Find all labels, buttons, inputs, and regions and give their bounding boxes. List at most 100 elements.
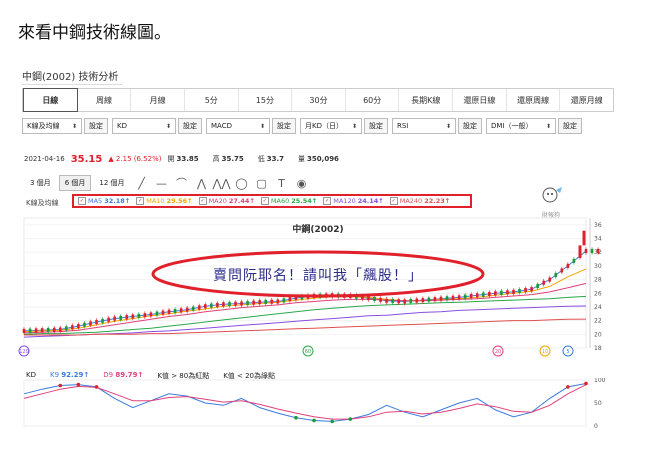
settings-button-3[interactable]: 設定	[364, 118, 388, 134]
double-wave-icon[interactable]: ⋀⋀	[213, 177, 231, 190]
annotation-text: 賣問阮耶名！請叫我「飆股！」	[213, 268, 423, 284]
candle-body	[46, 327, 50, 333]
checkbox-icon: ✓	[198, 197, 207, 205]
tab-3[interactable]: 5分	[185, 89, 239, 111]
range-tab-0[interactable]: 3 個月	[24, 175, 57, 191]
candle-body	[506, 290, 509, 295]
period-tabs: 日線 周線 月線 5分 15分 30分 60分 長期K線 還原日線 還原周線 還原月線	[22, 88, 614, 112]
ma-legend-item-4[interactable]: ✓ MA120 24.14↑	[323, 197, 384, 205]
tab-6[interactable]: 60分	[346, 89, 400, 111]
circle-icon[interactable]: ◯	[233, 177, 251, 190]
event-marker-label: 5	[566, 349, 569, 355]
candle-body	[234, 301, 237, 306]
high-label: 高	[212, 155, 220, 163]
chevron-updown-icon: ⬍	[259, 122, 265, 130]
tab-7[interactable]: 長期K線	[399, 89, 454, 111]
event-marker-3[interactable]: 10	[539, 345, 551, 357]
event-marker-1[interactable]: 60	[302, 345, 314, 357]
event-marker-2[interactable]: 20	[492, 345, 504, 357]
kd-y-tick: 100	[594, 378, 606, 384]
candle-body	[524, 288, 527, 293]
candle-body	[179, 308, 183, 313]
settings-button-1[interactable]: 設定	[178, 118, 202, 134]
range-tab-2[interactable]: 12 個月	[93, 175, 130, 191]
chevron-updown-icon: ⬍	[165, 122, 171, 130]
ma-value-2: 27.44↑	[228, 197, 255, 205]
ma-legend-item-5[interactable]: ✓ MA240 22.23↑	[389, 197, 450, 205]
tab-0[interactable]: 日線	[23, 88, 78, 112]
k-oversold-dot	[330, 419, 334, 424]
ma-value-0: 32.18↑	[104, 197, 131, 205]
low-label: 低	[257, 155, 265, 163]
indicator-select-3[interactable]: 月KD（日） ⬍	[300, 118, 362, 134]
settings-button-5[interactable]: 設定	[558, 118, 582, 134]
candle-body	[58, 327, 62, 332]
candle-body	[542, 280, 545, 285]
tab-1[interactable]: 周線	[78, 89, 132, 111]
y-tick-label: 20	[594, 331, 602, 338]
chevron-updown-icon: ⬍	[351, 122, 357, 130]
candle-body	[475, 293, 479, 298]
y-tick-label: 26	[594, 290, 602, 297]
arc-icon[interactable]: ⌒	[173, 175, 191, 191]
wave-icon[interactable]: ⋀	[193, 177, 211, 190]
settings-button-2[interactable]: 設定	[272, 118, 296, 134]
ma-label-2: MA20	[208, 197, 227, 205]
hide-drawing-icon[interactable]: ◉	[293, 177, 311, 190]
tab-5[interactable]: 30分	[292, 89, 346, 111]
event-marker-4[interactable]: 5	[562, 345, 574, 357]
checkbox-icon: ✓	[136, 197, 145, 205]
candle-body	[548, 277, 552, 282]
ma-value-1: 29.56↑	[166, 197, 193, 205]
event-marker-0[interactable]: 120	[18, 345, 30, 357]
ma-legend-item-3[interactable]: ✓ MA60 25.54↑	[260, 197, 318, 205]
candle-body	[107, 317, 110, 322]
settings-button-4[interactable]: 設定	[458, 118, 482, 134]
candle-body	[40, 328, 44, 333]
trend-line-icon[interactable]: ╱	[133, 177, 151, 190]
range-tab-1[interactable]: 6 個月	[58, 175, 92, 191]
ma-legend-item-0[interactable]: ✓ MA5 32.18↑	[78, 197, 130, 205]
candle-body	[143, 313, 147, 318]
rectangle-icon[interactable]: ▢	[253, 177, 271, 190]
candle-body	[560, 268, 564, 273]
checkbox-icon: ✓	[78, 197, 86, 205]
candle-body	[203, 304, 207, 309]
tab-2[interactable]: 月線	[131, 89, 185, 111]
y-tick-label: 36	[594, 222, 602, 229]
candle-body	[228, 301, 231, 307]
control-group-1: KD ⬍ 設定	[112, 118, 202, 136]
candle-body	[173, 309, 177, 314]
ma-value-3: 25.54↑	[291, 197, 318, 205]
indicator-select-5[interactable]: DMI（一般） ⬍	[486, 118, 556, 134]
settings-button-0[interactable]: 設定	[84, 118, 108, 134]
tab-8[interactable]: 還原日線	[453, 89, 507, 111]
candle-body	[572, 258, 576, 263]
control-group-3: 月KD（日） ⬍ 設定	[300, 118, 388, 136]
candle-body	[22, 328, 26, 333]
tab-4[interactable]: 15分	[239, 89, 293, 111]
tab-9[interactable]: 還原周線	[507, 89, 561, 111]
y-tick-label: 34	[594, 236, 602, 243]
range-and-draw-tools: 3 個月 6 個月 12 個月 ╱ — ⌒ ⋀ ⋀⋀ ◯ ▢ T ◉	[24, 175, 311, 191]
tab-10[interactable]: 還原月線	[560, 89, 613, 111]
quote-date: 2021-04-16	[24, 155, 65, 163]
indicator-select-2[interactable]: MACD ⬍	[206, 118, 270, 134]
horizontal-line-icon[interactable]: —	[153, 177, 171, 190]
indicator-select-4[interactable]: RSI ⬍	[392, 118, 456, 134]
text-tool-icon[interactable]: T	[273, 177, 291, 190]
candle-body	[28, 328, 32, 333]
indicator-select-1[interactable]: KD ⬍	[112, 118, 176, 134]
indicator-select-0[interactable]: K線及均線 ⬍	[22, 118, 82, 134]
candle-body	[415, 298, 419, 303]
candle-body	[445, 296, 449, 301]
indicator-select-label-2: MACD	[211, 122, 232, 130]
control-group-2: MACD ⬍ 設定	[206, 118, 296, 136]
ma-legend-item-2[interactable]: ✓ MA20 27.44↑	[198, 197, 255, 205]
technical-analysis-panel: 中鋼(2002) 技術分析 日線 周線 月線 5分 15分 30分 60分 長期K線 還原日線還…	[18, 58, 616, 458]
candle-body	[216, 302, 219, 307]
ma-legend-item-1[interactable]: ✓ MA10 29.56↑	[136, 197, 193, 205]
candle-body	[282, 298, 286, 303]
intro-text: 來看中鋼技術線圖。	[18, 23, 171, 43]
candle-body	[167, 309, 171, 314]
